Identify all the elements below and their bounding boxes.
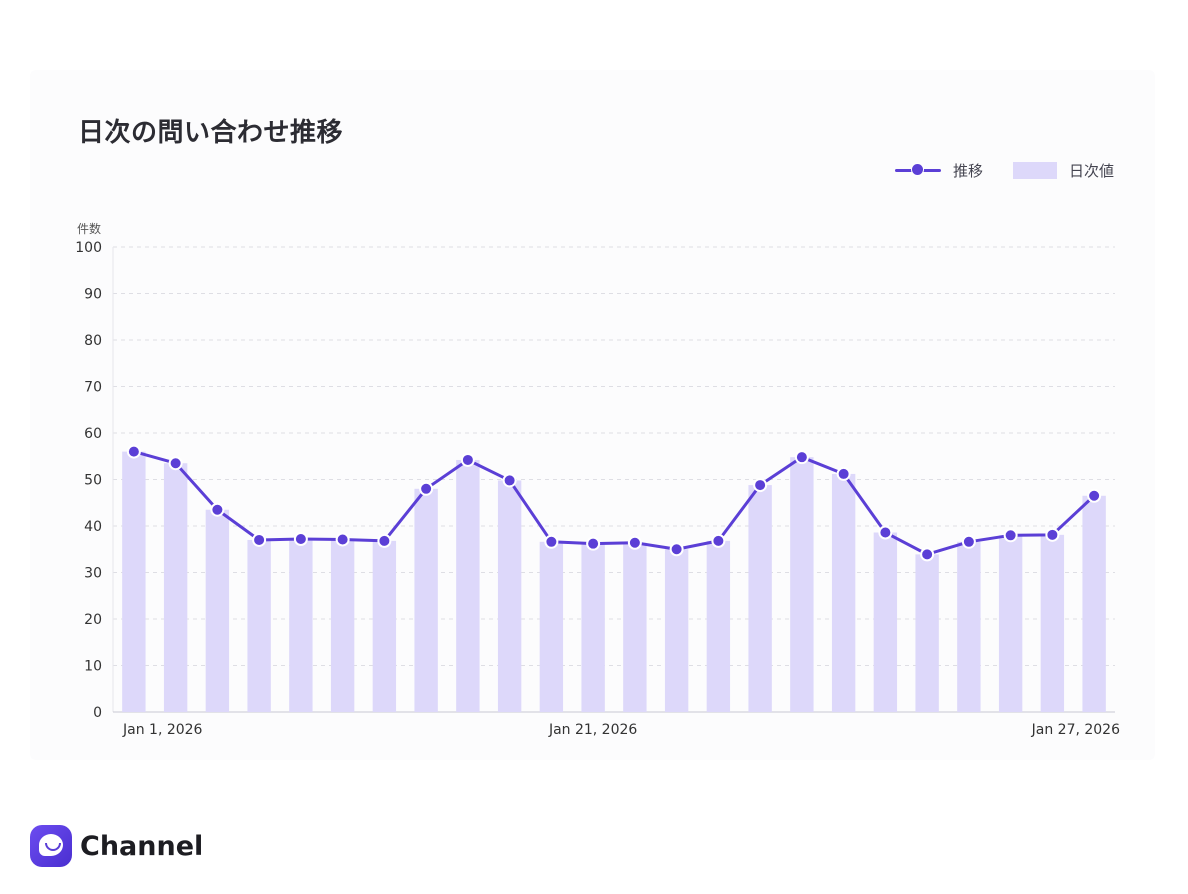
trend-point-3 — [252, 532, 267, 547]
brand-logo: Channel — [30, 825, 203, 867]
chart-plot: 0 10 20 30 40 50 60 70 80 90 100 Jan 1, 2026 Jan 21,… — [75, 240, 1120, 738]
bar-11 — [581, 543, 605, 712]
bar-4 — [289, 539, 313, 712]
y-tick-80: 80 — [84, 333, 102, 349]
trend-point-14 — [711, 533, 726, 548]
bar-8 — [456, 459, 480, 712]
x-tick-label-0: Jan 1, 2026 — [122, 722, 203, 738]
y-tick-50: 50 — [84, 473, 102, 489]
trend-point-9 — [502, 473, 517, 488]
trend-point-17 — [836, 466, 851, 481]
y-tick-60: 60 — [84, 426, 102, 442]
bar-3 — [247, 539, 271, 712]
bar-21 — [998, 535, 1023, 712]
trend-point-18 — [878, 525, 893, 540]
x-tick-label-2: Jan 27, 2026 — [1031, 722, 1120, 738]
bar-9 — [497, 480, 522, 712]
trend-point-6 — [377, 533, 392, 548]
y-tick-70: 70 — [84, 380, 102, 396]
y-tick-90: 90 — [84, 287, 102, 303]
trend-point-16 — [794, 450, 809, 465]
bar-22 — [1040, 534, 1065, 712]
trend-point-19 — [920, 547, 935, 562]
brand-name: Channel — [80, 830, 204, 862]
y-tick-20: 20 — [84, 612, 102, 628]
channel-logo-icon — [30, 825, 72, 867]
trend-point-10 — [544, 534, 559, 549]
bar-20 — [957, 541, 981, 712]
bar-7 — [414, 488, 438, 712]
bar-12 — [623, 542, 647, 712]
trend-point-15 — [753, 478, 768, 493]
bar-16 — [790, 457, 814, 712]
bar-14 — [706, 540, 731, 712]
trend-point-5 — [335, 532, 350, 547]
trend-point-22 — [1045, 527, 1060, 542]
bar-10 — [539, 541, 564, 712]
trend-point-23 — [1087, 488, 1102, 503]
bar-19 — [915, 554, 939, 712]
bar-13 — [664, 549, 689, 712]
trend-point-11 — [586, 536, 601, 551]
x-tick-label-1: Jan 21, 2026 — [548, 722, 637, 738]
trend-point-8 — [460, 452, 475, 467]
trend-point-7 — [419, 481, 434, 496]
bar-2 — [205, 509, 230, 712]
trend-point-20 — [961, 534, 976, 549]
trend-line — [133, 450, 1096, 556]
trend-point-12 — [627, 535, 642, 550]
y-tick-30: 30 — [84, 566, 102, 582]
y-tick-100: 100 — [75, 240, 102, 256]
bar-23 — [1082, 495, 1106, 712]
y-tick-40: 40 — [84, 519, 102, 535]
bar-6 — [372, 540, 397, 712]
trend-point-0 — [126, 444, 141, 459]
bar-18 — [873, 532, 898, 712]
bar-0 — [122, 451, 146, 712]
bar-5 — [330, 539, 355, 712]
trend-point-1 — [168, 456, 183, 471]
bar-17 — [831, 473, 856, 712]
y-tick-0: 0 — [93, 705, 102, 721]
trend-point-2 — [210, 502, 225, 517]
y-tick-10: 10 — [84, 659, 102, 675]
trend-point-13 — [669, 542, 684, 557]
trend-point-21 — [1003, 528, 1018, 543]
bar-1 — [163, 463, 188, 712]
trend-point-4 — [293, 532, 308, 547]
bar-15 — [748, 485, 772, 712]
